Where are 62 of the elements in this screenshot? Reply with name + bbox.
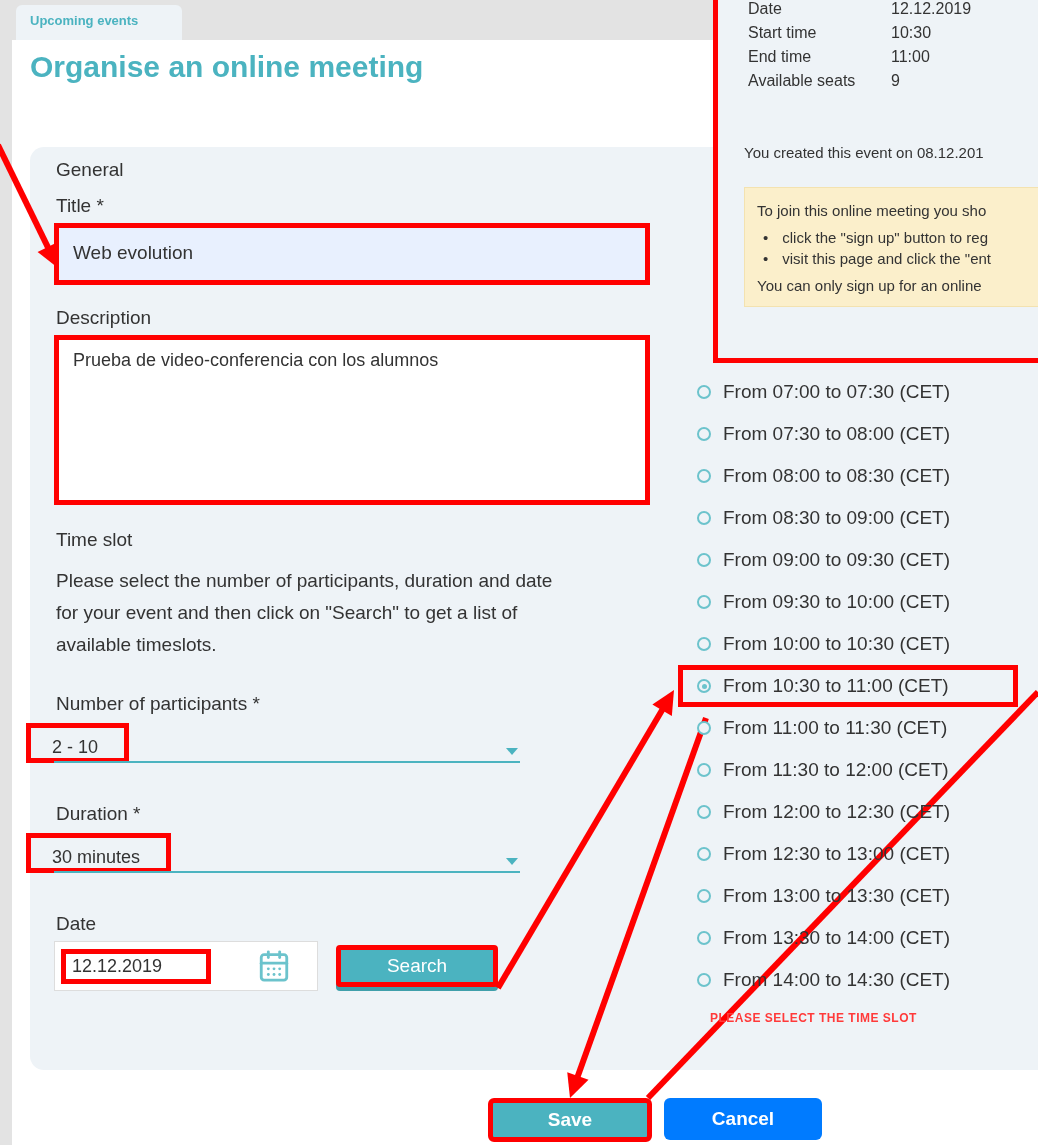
description-textarea[interactable]: Prueba de video-conferencia con los alumnos xyxy=(54,335,650,505)
detail-value: 10:30 xyxy=(891,24,933,42)
radio-button[interactable] xyxy=(697,973,711,987)
detail-label: End time xyxy=(748,48,813,66)
section-heading: Time slot xyxy=(56,529,134,551)
notice-text: You can only sign up for an online xyxy=(757,277,983,294)
created-note: You created this event on 08.12.201 xyxy=(744,144,985,161)
field-label: Duration * xyxy=(56,803,142,825)
radio-button[interactable] xyxy=(697,511,711,525)
time-slot-option[interactable]: From 07:30 to 08:00 (CET) xyxy=(678,413,1018,455)
detail-label: Date xyxy=(748,0,783,18)
caret-icon xyxy=(506,748,518,755)
radio-button[interactable] xyxy=(697,427,711,441)
date-field[interactable]: 12.12.2019 xyxy=(54,941,318,991)
section-heading: General xyxy=(56,159,125,181)
radio-button[interactable] xyxy=(697,721,711,735)
caret-icon xyxy=(506,858,518,865)
notice-step: click the "sign up" button to reg xyxy=(782,229,989,246)
detail-value: 12.12.2019 xyxy=(891,0,973,18)
calendar-icon[interactable] xyxy=(257,949,291,983)
bullet-marker: • xyxy=(763,229,769,246)
instructions-text: Please select the number of participants, duration and date for your event and then click on "Search" to get a list of available timeslots. xyxy=(56,569,554,657)
notice-text: To join this online meeting you sho xyxy=(757,202,988,219)
radio-button[interactable] xyxy=(697,889,711,903)
time-slot-option[interactable]: From 08:00 to 08:30 (CET) xyxy=(678,455,1018,497)
time-slot-option[interactable]: From 09:00 to 09:30 (CET) xyxy=(678,539,1018,581)
detail-value: 11:00 xyxy=(891,48,931,66)
radio-button[interactable] xyxy=(697,469,711,483)
field-label: Title * xyxy=(56,195,105,217)
dialog-title: Organise an online meeting xyxy=(30,50,424,85)
radio-button[interactable] xyxy=(697,931,711,945)
field-label: Description xyxy=(56,307,153,329)
radio-button[interactable] xyxy=(697,637,711,651)
detail-label: Available seats xyxy=(748,72,857,90)
title-input[interactable]: Web evolution xyxy=(54,223,650,285)
detail-label: Start time xyxy=(748,24,818,42)
select-field[interactable]: 30 minutes xyxy=(26,831,520,873)
radio-button[interactable] xyxy=(697,679,711,693)
time-slot-option[interactable]: From 09:30 to 10:00 (CET) xyxy=(678,581,1018,623)
notice-step: visit this page and click the "ent xyxy=(782,250,992,267)
cancel-button[interactable]: Cancel xyxy=(664,1098,822,1140)
radio-button[interactable] xyxy=(697,763,711,777)
field-label: Number of participants * xyxy=(56,693,261,715)
time-slot-option[interactable]: From 11:00 to 11:30 (CET) xyxy=(678,707,1018,749)
time-slot-option[interactable]: From 08:30 to 09:00 (CET) xyxy=(678,497,1018,539)
selected-value: 30 minutes xyxy=(26,833,172,873)
bullet-marker: • xyxy=(763,250,769,267)
time-slot-option[interactable]: From 11:30 to 12:00 (CET) xyxy=(678,749,1018,791)
time-slot-option[interactable]: From 10:30 to 11:00 (CET) xyxy=(678,665,1018,707)
time-slot-option[interactable]: From 07:00 to 07:30 (CET) xyxy=(678,371,1018,413)
field-label: Date xyxy=(56,913,98,935)
radio-button[interactable] xyxy=(697,805,711,819)
radio-button[interactable] xyxy=(697,385,711,399)
date-value: 12.12.2019 xyxy=(61,948,211,984)
time-slot-option[interactable]: From 13:00 to 13:30 (CET) xyxy=(678,875,1018,917)
selected-value: 2 - 10 xyxy=(26,723,130,763)
time-slot-option[interactable]: From 10:00 to 10:30 (CET) xyxy=(678,623,1018,665)
select-field[interactable]: 2 - 10 xyxy=(26,721,520,763)
radio-button[interactable] xyxy=(697,847,711,861)
radio-button[interactable] xyxy=(697,553,711,567)
detail-value: 9 xyxy=(891,72,901,90)
radio-button[interactable] xyxy=(697,595,711,609)
